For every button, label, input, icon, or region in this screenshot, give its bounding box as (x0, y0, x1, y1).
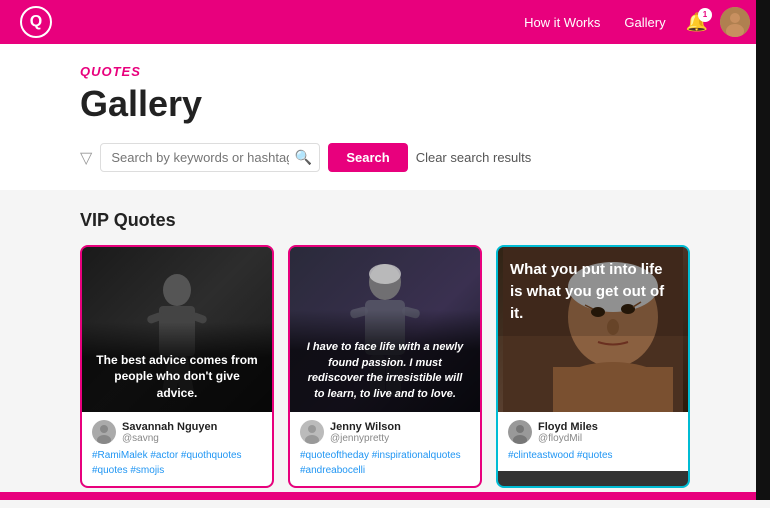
card-3-username: Floyd Miles (538, 421, 678, 433)
header-icons: 🔔 1 (686, 7, 750, 37)
search-magnifier-icon: 🔍 (295, 149, 312, 166)
card-3-tags: #clinteastwood #quotes (508, 448, 678, 463)
card-1[interactable]: The best advice comes from people who do… (80, 245, 274, 488)
card-2-tags: #quoteoftheday #inspirationalquotes #and… (300, 448, 470, 478)
cards-grid: The best advice comes from people who do… (80, 245, 690, 488)
card-2-user: Jenny Wilson @jennypretty (300, 420, 470, 444)
right-border-strip (756, 0, 770, 500)
header: Q How it Works Gallery 🔔 1 (0, 0, 770, 44)
card-3[interactable]: What you put into life is what you get o… (496, 245, 690, 488)
card-2-quote: I have to face life with a newly found p… (290, 310, 480, 412)
card-3-quote: What you put into life is what you get o… (498, 247, 688, 336)
main-nav: How it Works Gallery (524, 15, 666, 30)
card-1-tags: #RamiMalek #actor #quothquotes #quotes #… (92, 448, 262, 478)
card-image-2: I have to face life with a newly found p… (290, 247, 480, 412)
search-button[interactable]: Search (328, 143, 407, 172)
card-1-username: Savannah Nguyen (122, 421, 262, 433)
vip-section-title: VIP Quotes (80, 210, 690, 231)
page-header-section: Quotes Gallery ▽ 🔍 Search Clear search r… (0, 44, 770, 190)
card-1-footer: Savannah Nguyen @savng #RamiMalek #actor… (82, 412, 272, 486)
card-3-user: Floyd Miles @floydMil (508, 420, 678, 444)
clear-search-link[interactable]: Clear search results (416, 150, 532, 165)
search-input[interactable] (100, 143, 320, 172)
notification-bell[interactable]: 🔔 1 (686, 12, 708, 33)
card-2-user-info: Jenny Wilson @jennypretty (330, 421, 470, 444)
card-2-username: Jenny Wilson (330, 421, 470, 433)
bottom-border-strip (0, 492, 756, 500)
page-title: Gallery (80, 83, 690, 125)
filter-icon[interactable]: ▽ (80, 148, 92, 168)
card-2-avatar (300, 420, 324, 444)
card-1-handle: @savng (122, 433, 262, 444)
notif-badge: 1 (698, 8, 712, 22)
card-3-avatar (508, 420, 532, 444)
card-1-quote: The best advice comes from people who do… (82, 322, 272, 412)
card-2-handle: @jennypretty (330, 433, 470, 444)
card-3-handle: @floydMil (538, 433, 678, 444)
logo-letter: Q (30, 13, 42, 31)
nav-how-it-works[interactable]: How it Works (524, 15, 600, 30)
card-3-footer: Floyd Miles @floydMil #clinteastwood #qu… (498, 412, 688, 471)
card-2-footer: Jenny Wilson @jennypretty #quoteoftheday… (290, 412, 480, 486)
section-label: Quotes (80, 64, 690, 79)
card-1-avatar (92, 420, 116, 444)
vip-section: VIP Quotes The best advice comes from pe… (0, 190, 770, 508)
card-1-user: Savannah Nguyen @savng (92, 420, 262, 444)
logo[interactable]: Q (20, 6, 52, 38)
card-1-user-info: Savannah Nguyen @savng (122, 421, 262, 444)
search-bar: ▽ 🔍 Search Clear search results (80, 143, 690, 190)
card-image-3: What you put into life is what you get o… (498, 247, 688, 412)
card-image-1: The best advice comes from people who do… (82, 247, 272, 412)
card-2[interactable]: I have to face life with a newly found p… (288, 245, 482, 488)
user-avatar[interactable] (720, 7, 750, 37)
search-input-wrapper: 🔍 (100, 143, 320, 172)
card-3-user-info: Floyd Miles @floydMil (538, 421, 678, 444)
nav-gallery[interactable]: Gallery (624, 15, 665, 30)
